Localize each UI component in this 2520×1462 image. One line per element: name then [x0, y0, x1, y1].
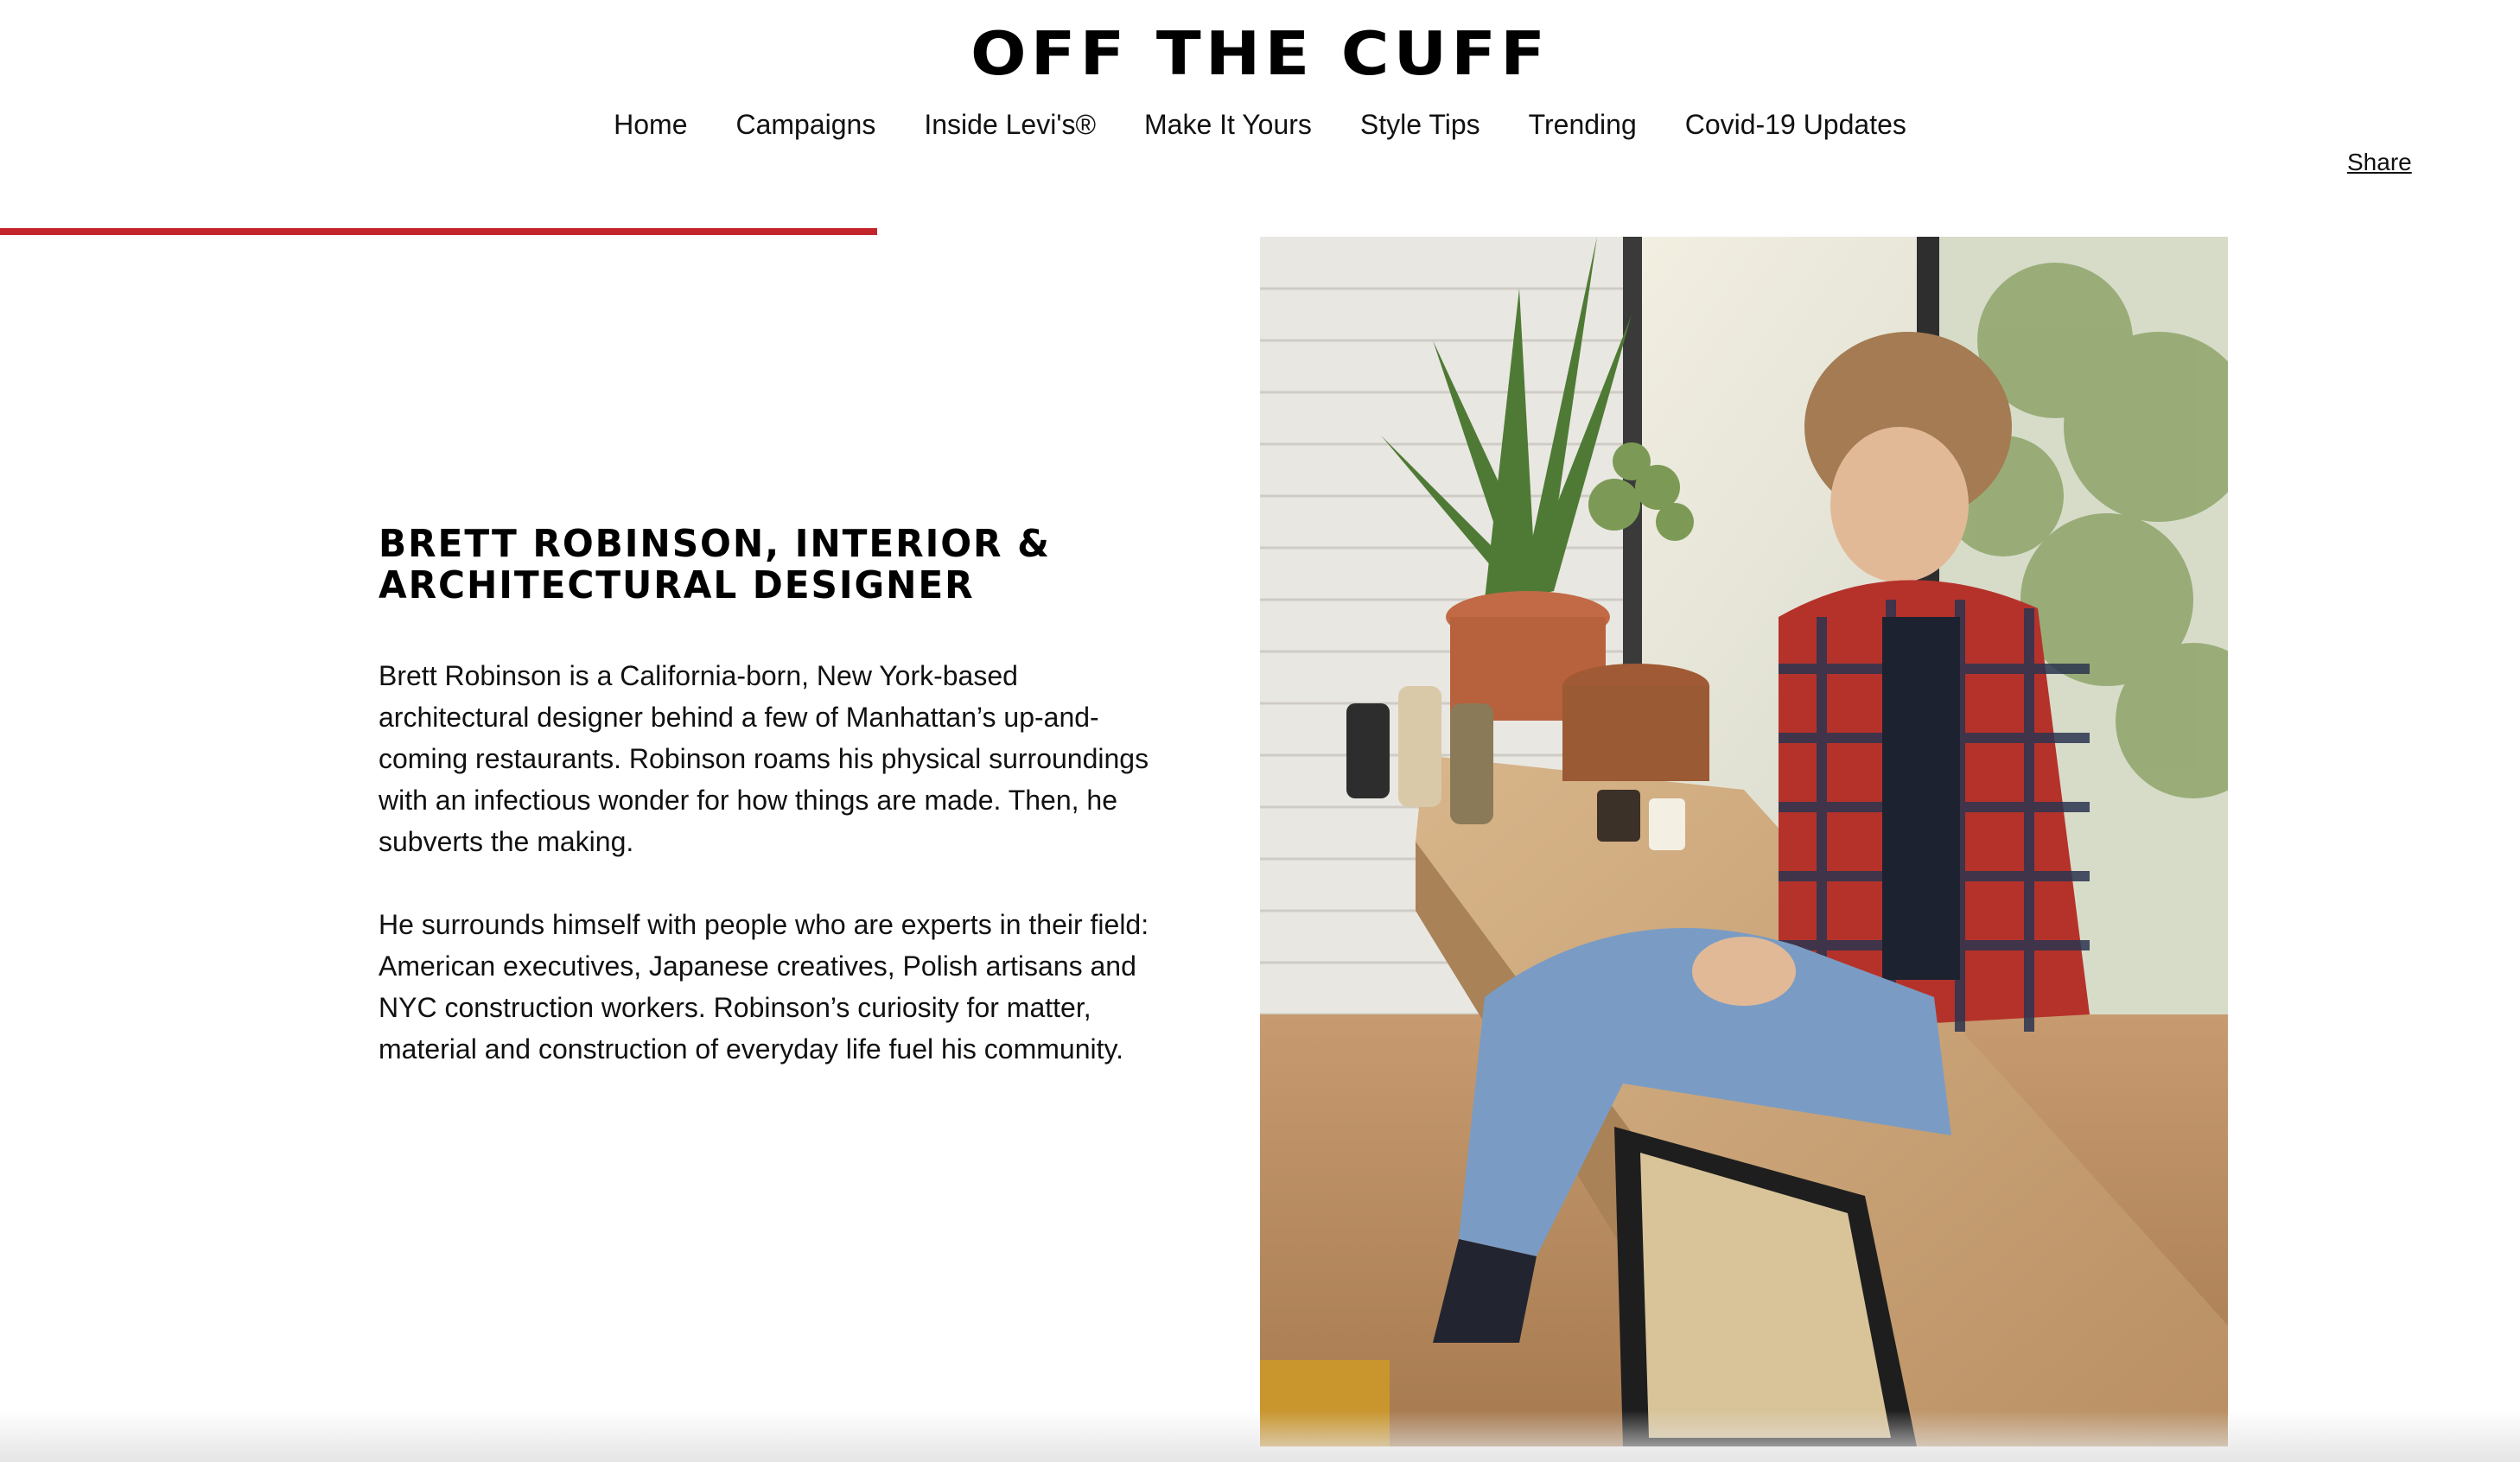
nav-link-home[interactable]: Home	[614, 105, 687, 143]
article-section: BRETT ROBINSON, INTERIOR & ARCHITECTURAL…	[379, 524, 1174, 1070]
nav-link-style-tips[interactable]: Style Tips	[1360, 105, 1480, 143]
reading-progress-fill	[0, 228, 877, 235]
article-paragraph: Brett Robinson is a California-born, New…	[379, 660, 1149, 857]
nav-link-trending[interactable]: Trending	[1529, 105, 1637, 143]
article-heading: BRETT ROBINSON, INTERIOR & ARCHITECTURAL…	[379, 522, 1051, 607]
reading-progress-bar	[0, 228, 2520, 235]
hero-photo	[1260, 237, 2228, 1446]
site-logo[interactable]: OFF THE CUFF	[0, 22, 2520, 86]
nav-link-campaigns[interactable]: Campaigns	[735, 105, 875, 143]
nav-link-make-it-yours[interactable]: Make It Yours	[1144, 105, 1312, 143]
nav-link-covid-19-updates[interactable]: Covid-19 Updates	[1685, 105, 1906, 143]
article-paragraph: He surrounds himself with people who are…	[379, 909, 1149, 1065]
main-navigation: Home Campaigns Inside Levi's® Make It Yo…	[0, 105, 2520, 143]
hero-photo-illustration	[1260, 237, 2228, 1446]
share-link[interactable]: Share	[2347, 147, 2412, 178]
nav-link-inside-levis[interactable]: Inside Levi's®	[924, 105, 1096, 143]
